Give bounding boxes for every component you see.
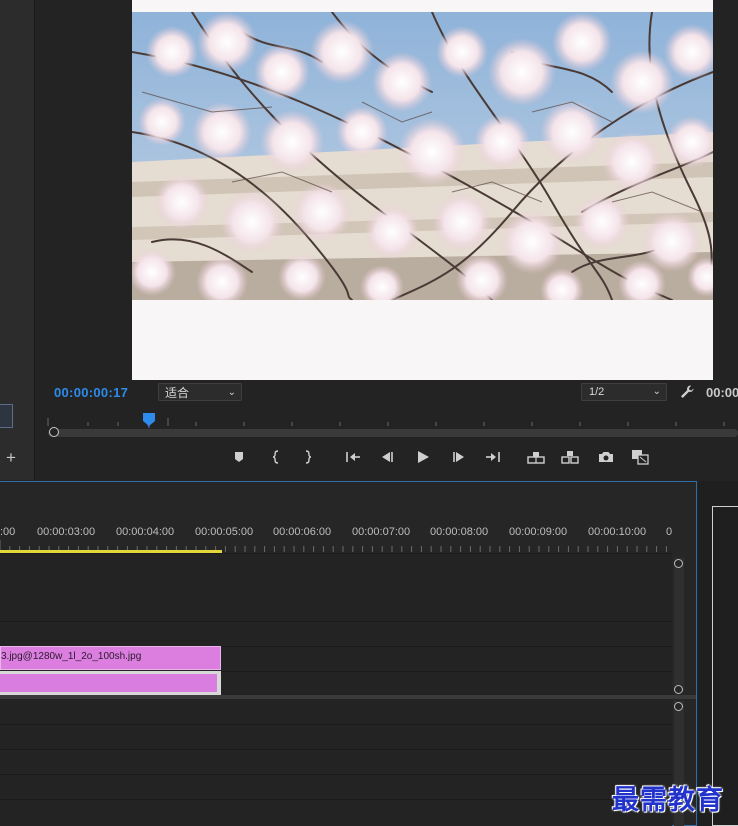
chevron-down-icon: ⌄ [652, 386, 661, 397]
zoom-level-value: 适合 [165, 386, 190, 400]
resolution-value: 1/2 [589, 386, 605, 398]
scrollbar-handle[interactable] [674, 702, 683, 711]
step-forward-icon[interactable] [448, 446, 470, 468]
track-row[interactable] [0, 724, 672, 749]
selected-clip[interactable] [0, 674, 217, 692]
track-row[interactable] [0, 553, 672, 622]
cherry-blossom-photo [132, 12, 713, 300]
camera-icon[interactable] [595, 446, 617, 468]
step-back-icon[interactable] [376, 446, 398, 468]
go-to-out-icon[interactable] [482, 446, 504, 468]
ruler-label: 00:00:05:00 [195, 526, 254, 538]
ruler-label: 00:00:06:00 [273, 526, 332, 538]
play-icon[interactable] [412, 446, 434, 468]
comparison-view-icon[interactable] [629, 446, 651, 468]
program-viewer [132, 0, 713, 380]
extract-icon[interactable] [559, 446, 581, 468]
mark-out-icon[interactable] [297, 446, 319, 468]
lift-icon[interactable] [525, 446, 547, 468]
zoom-level-select[interactable]: 适合 ⌄ [158, 383, 242, 401]
wrench-icon[interactable] [679, 384, 695, 400]
ruler-label: 0 [666, 526, 673, 538]
zoom-scroll-handle[interactable] [49, 427, 59, 437]
ruler-label: 00:00:03:00 [37, 526, 96, 538]
ruler-label: :00 [0, 526, 16, 538]
playback-resolution-select[interactable]: 1/2 ⌄ [581, 383, 667, 401]
clip-label: 3.jpg@1280w_1l_2o_100sh.jpg [1, 651, 142, 662]
go-to-in-icon[interactable] [342, 446, 364, 468]
track-row[interactable] [0, 621, 672, 646]
panel-resize-handle[interactable] [0, 404, 13, 428]
scrollbar-handle[interactable] [674, 559, 683, 568]
ruler-label: 00:00:08:00 [430, 526, 489, 538]
ruler-label: 00:00:04:00 [116, 526, 175, 538]
ruler-label: 00:00:09:00 [509, 526, 568, 538]
track-row[interactable] [0, 774, 672, 799]
video-clip[interactable]: 3.jpg@1280w_1l_2o_100sh.jpg [0, 646, 221, 670]
playhead-marker[interactable] [142, 412, 156, 428]
current-timecode[interactable]: 00:00:00:17 [54, 385, 128, 400]
watermark-logo: 最需教育 [612, 785, 724, 816]
scrollbar-handle[interactable] [674, 685, 683, 694]
transport-controls [228, 446, 658, 468]
ruler-label: 00:00:07:00 [352, 526, 411, 538]
chevron-down-icon: ⌄ [227, 387, 236, 398]
duration-timecode: 00:00 [706, 385, 738, 400]
video-tracks-scrollbar[interactable] [674, 558, 684, 692]
zoom-scroll-bar[interactable] [48, 429, 738, 437]
ruler-label: 00:00:10:00 [588, 526, 647, 538]
mark-in-icon[interactable] [265, 446, 287, 468]
marker-icon[interactable] [228, 446, 250, 468]
track-row[interactable] [0, 749, 672, 774]
add-button[interactable]: + [2, 448, 20, 468]
track-row[interactable] [0, 799, 672, 824]
